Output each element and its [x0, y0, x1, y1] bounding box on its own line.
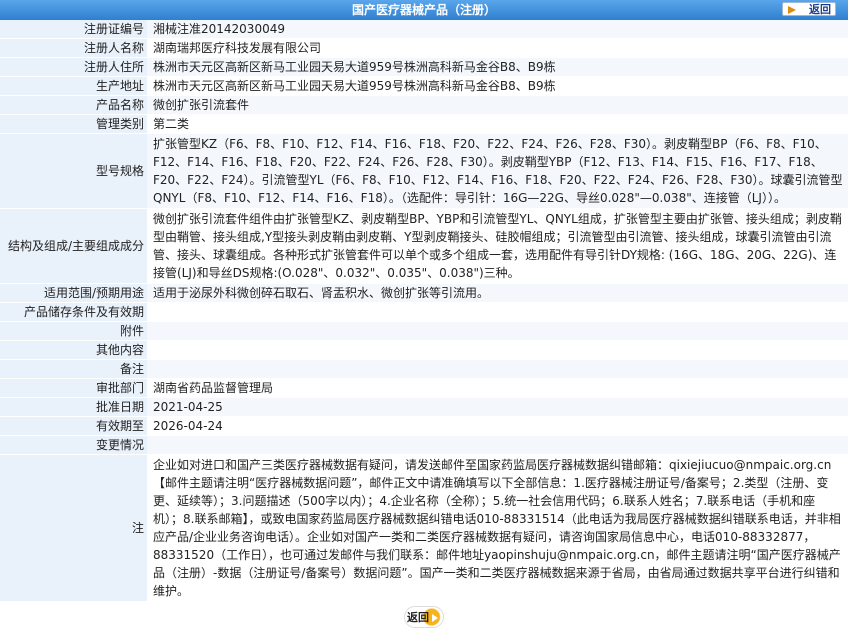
label-product-name: 产品名称 — [0, 95, 147, 115]
row-approval-date: 批准日期 2021-04-25 — [0, 397, 848, 417]
back-button-top-label: 返回 — [809, 3, 831, 16]
row-attachment: 附件 — [0, 321, 848, 341]
back-button-bottom-label: 返回 — [407, 611, 429, 624]
row-registrant-addr: 注册人住所 株洲市天元区高新区新马工业园天易大道959号株洲高科新马金谷B8、B… — [0, 57, 848, 77]
label-storage: 产品储存条件及有效期 — [0, 302, 147, 322]
label-other: 其他内容 — [0, 340, 147, 360]
value-storage — [147, 302, 848, 322]
detail-panel: 国产医疗器械产品（注册） 返回 注册证编号 湘械注准20142030049 注册… — [0, 0, 848, 628]
label-registrant-addr: 注册人住所 — [0, 57, 147, 77]
back-button-top[interactable]: 返回 — [782, 2, 836, 16]
row-reg-no: 注册证编号 湘械注准20142030049 — [0, 20, 848, 39]
label-approval-date: 批准日期 — [0, 397, 147, 417]
arrow-right-icon — [432, 614, 438, 622]
label-authority: 审批部门 — [0, 378, 147, 398]
value-attachment — [147, 321, 848, 341]
row-storage: 产品储存条件及有效期 — [0, 302, 848, 322]
value-authority: 湖南省药品监督管理局 — [147, 378, 848, 398]
arrow-right-icon — [788, 6, 796, 14]
value-changes — [147, 435, 848, 455]
value-approval-date: 2021-04-25 — [147, 397, 848, 417]
label-valid-until: 有效期至 — [0, 416, 147, 436]
detail-table: 注册证编号 湘械注准20142030049 注册人名称 湖南瑞邦医疗科技发展有限… — [0, 20, 848, 602]
label-structure: 结构及组成/主要组成成分 — [0, 208, 147, 284]
row-registrant: 注册人名称 湖南瑞邦医疗科技发展有限公司 — [0, 38, 848, 58]
row-model-spec: 型号规格 扩张管型KZ（F6、F8、F10、F12、F14、F16、F18、F2… — [0, 133, 848, 209]
page-title: 国产医疗器械产品（注册） — [351, 3, 496, 17]
label-production-addr: 生产地址 — [0, 76, 147, 96]
value-note: 企业如对进口和国产三类医疗器械数据有疑问，请发送邮件至国家药监局医疗器械数据纠错… — [147, 454, 848, 602]
value-registrant: 湖南瑞邦医疗科技发展有限公司 — [147, 38, 848, 58]
back-button-bottom[interactable]: 返回 — [404, 606, 444, 628]
value-reg-no: 湘械注准20142030049 — [147, 20, 848, 39]
value-valid-until: 2026-04-24 — [147, 416, 848, 436]
row-category: 管理类别 第二类 — [0, 114, 848, 134]
row-product-name: 产品名称 微创扩张引流套件 — [0, 95, 848, 115]
label-model-spec: 型号规格 — [0, 133, 147, 209]
label-attachment: 附件 — [0, 321, 147, 341]
value-category: 第二类 — [147, 114, 848, 134]
row-authority: 审批部门 湖南省药品监督管理局 — [0, 378, 848, 398]
row-structure: 结构及组成/主要组成成分 微创扩张引流套件组件由扩张管型KZ、剥皮鞘型BP、YB… — [0, 208, 848, 284]
value-remarks — [147, 359, 848, 379]
label-category: 管理类别 — [0, 114, 147, 134]
value-model-spec: 扩张管型KZ（F6、F8、F10、F12、F14、F16、F18、F20、F22… — [147, 133, 848, 209]
value-other — [147, 340, 848, 360]
label-note: 注 — [0, 454, 147, 602]
label-reg-no: 注册证编号 — [0, 20, 147, 39]
row-valid-until: 有效期至 2026-04-24 — [0, 416, 848, 436]
label-remarks: 备注 — [0, 359, 147, 379]
value-structure: 微创扩张引流套件组件由扩张管型KZ、剥皮鞘型BP、YBP和引流管型YL、QNYL… — [147, 208, 848, 284]
row-remarks: 备注 — [0, 359, 848, 379]
label-scope: 适用范围/预期用途 — [0, 283, 147, 303]
row-changes: 变更情况 — [0, 435, 848, 455]
row-scope: 适用范围/预期用途 适用于泌尿外科微创碎石取石、肾盂积水、微创扩张等引流用。 — [0, 283, 848, 303]
value-registrant-addr: 株洲市天元区高新区新马工业园天易大道959号株洲高科新马金谷B8、B9栋 — [147, 57, 848, 77]
row-other: 其他内容 — [0, 340, 848, 360]
value-scope: 适用于泌尿外科微创碎石取石、肾盂积水、微创扩张等引流用。 — [147, 283, 848, 303]
row-production-addr: 生产地址 株洲市天元区高新区新马工业园天易大道959号株洲高科新马金谷B8、B9… — [0, 76, 848, 96]
label-changes: 变更情况 — [0, 435, 147, 455]
row-note: 注 企业如对进口和国产三类医疗器械数据有疑问，请发送邮件至国家药监局医疗器械数据… — [0, 454, 848, 602]
value-production-addr: 株洲市天元区高新区新马工业园天易大道959号株洲高科新马金谷B8、B9栋 — [147, 76, 848, 96]
label-registrant: 注册人名称 — [0, 38, 147, 58]
footer: 返回 — [0, 602, 848, 628]
header-bar: 国产医疗器械产品（注册） 返回 — [0, 0, 848, 20]
value-product-name: 微创扩张引流套件 — [147, 95, 848, 115]
